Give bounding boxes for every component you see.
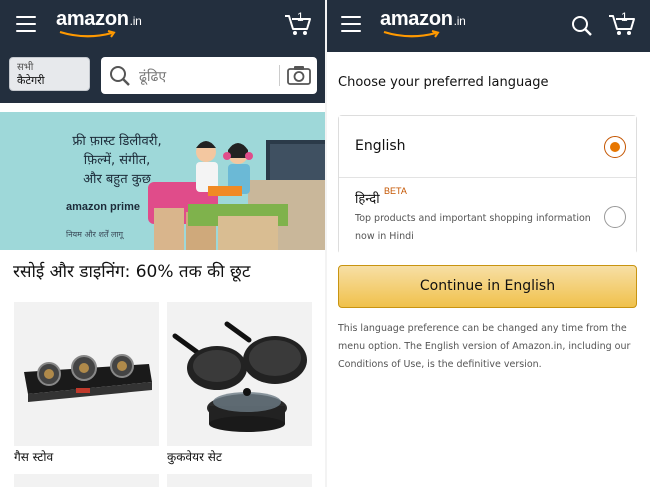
menu-icon[interactable]	[341, 16, 361, 32]
language-option-hindi[interactable]: हिन्दी BETA Top products and important s…	[339, 178, 636, 254]
cookware-set-label[interactable]: कुकवेयर सेट	[167, 448, 222, 465]
category-line1: सभी	[17, 62, 34, 73]
category-line2: कैटेगरी	[17, 74, 45, 87]
deal-title: रसोई और डाइनिंग: 60% तक की छूट	[13, 262, 251, 282]
search-icon[interactable]	[571, 15, 593, 37]
logo-text: amazon	[380, 8, 453, 30]
logo-smile-icon	[383, 30, 440, 38]
cart-count: 1	[297, 10, 304, 24]
beta-badge: BETA	[384, 186, 407, 196]
cart-button[interactable]: 1	[284, 10, 312, 38]
gas-stove-label[interactable]: गैस स्टोव	[14, 448, 53, 465]
amazon-logo[interactable]: amazon.in	[380, 8, 466, 38]
banner-terms: नियम और शर्तें लागू	[66, 230, 124, 239]
logo-tld: .in	[453, 14, 466, 28]
banner-illustration	[148, 140, 325, 250]
language-note: This language preference can be changed …	[338, 323, 631, 370]
cookware-set-card[interactable]	[167, 302, 312, 446]
logo-tld: .in	[129, 14, 142, 28]
search-icon	[110, 66, 130, 86]
next-card[interactable]	[167, 474, 312, 487]
cart-button[interactable]: 1	[608, 10, 636, 38]
english-radio[interactable]	[604, 136, 626, 158]
top-header: amazon.in 1	[327, 0, 650, 52]
language-title: Choose your preferred language	[338, 75, 549, 90]
cart-count: 1	[621, 10, 628, 24]
language-option-english[interactable]: English	[339, 116, 636, 178]
language-options: English हिन्दी BETA Top products and imp…	[338, 115, 637, 254]
next-card[interactable]	[14, 474, 159, 487]
gas-stove-icon	[24, 354, 152, 402]
logo-smile-icon	[59, 30, 116, 38]
search-placeholder: ढूंढिए	[139, 69, 167, 85]
top-header: amazon.in 1 सभी कैटेगरी ढूंढिए	[0, 0, 325, 103]
prime-logo: amazon prime	[66, 201, 140, 213]
search-input[interactable]: ढूंढिए	[101, 57, 317, 94]
amazon-logo[interactable]: amazon.in	[56, 8, 142, 38]
hindi-home-screen: amazon.in 1 सभी कैटेगरी ढूंढिए फ्री फ़ास…	[0, 0, 325, 487]
hindi-label: हिन्दी	[355, 192, 380, 207]
cookware-set-icon	[172, 321, 307, 432]
search-divider	[279, 65, 280, 86]
hindi-description: Top products and important shopping info…	[355, 213, 591, 242]
category-dropdown[interactable]: सभी कैटेगरी	[9, 57, 90, 91]
gas-stove-card[interactable]	[14, 302, 159, 446]
continue-button[interactable]: Continue in English	[338, 265, 637, 308]
logo-text: amazon	[56, 8, 129, 30]
prime-banner[interactable]: फ्री फ़ास्ट डिलीवरी, फ़िल्में, संगीत, और…	[0, 112, 325, 250]
english-label: English	[355, 138, 406, 154]
menu-icon[interactable]	[16, 16, 36, 32]
hindi-radio[interactable]	[604, 206, 626, 228]
camera-icon[interactable]	[287, 65, 311, 85]
language-selection-screen: amazon.in 1 Choose your preferred langua…	[327, 0, 650, 487]
